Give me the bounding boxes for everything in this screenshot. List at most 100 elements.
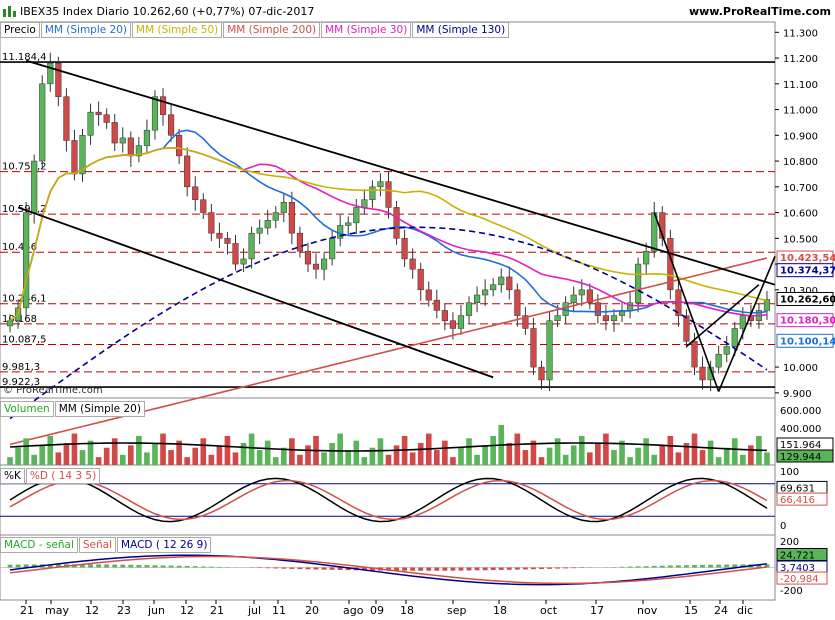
macd-histogram-bar (700, 564, 705, 568)
macd-histogram-bar (273, 567, 279, 569)
candle-body (602, 315, 609, 321)
stochastic-legend-item[interactable]: %K (0, 468, 25, 484)
volume-bar (546, 447, 553, 465)
volume-axis-label: 151.964 (780, 440, 821, 451)
volume-bar (240, 443, 247, 465)
macd-histogram-bar (321, 567, 327, 570)
volume-bar (377, 438, 384, 465)
macd-axis-label: 200 (780, 537, 799, 548)
main-legend-item[interactable]: MM (Simple 30) (321, 22, 412, 38)
level-label: 9.981,3 (2, 362, 40, 373)
main-legend-item[interactable]: MM (Simple 20) (40, 22, 132, 38)
macd-histogram-bar (466, 567, 472, 571)
volume-ma-line (9, 442, 767, 452)
candle-body (272, 212, 279, 221)
candle-body (465, 302, 473, 316)
macd-histogram-bar (490, 567, 496, 571)
volume-bar (256, 450, 263, 465)
macd-histogram-bar (547, 567, 552, 569)
volume-bar (474, 454, 480, 465)
main-legend-item[interactable]: Precio (0, 22, 40, 38)
candle-body (23, 212, 30, 309)
price-axis-label: 11.000 (783, 106, 818, 117)
candle-body (506, 276, 513, 291)
volume-bar (578, 435, 585, 465)
candle-body (159, 96, 167, 115)
volume-bar (95, 457, 102, 465)
volume-bar (586, 452, 593, 465)
candle-body (369, 186, 376, 200)
volume-bar (192, 447, 199, 465)
candle-body (87, 111, 94, 136)
volume-bar (450, 457, 456, 465)
time-axis-label: oct (540, 604, 558, 617)
price-axis-label: 10.500 (783, 234, 818, 245)
time-axis-label: dic (737, 604, 753, 617)
candle-body (594, 302, 601, 316)
macd-histogram-bar (458, 567, 464, 571)
price-tag-label: 10.180,30 (780, 316, 835, 327)
time-axis-label: 12 (85, 604, 99, 617)
volume-bar (739, 454, 746, 465)
macd-legend-item[interactable]: MACD - señal (0, 537, 78, 553)
candle-body (256, 227, 263, 234)
macd-histogram-bar (627, 566, 633, 568)
macd-histogram-bar (442, 567, 448, 571)
main-legend-item[interactable]: MM (Simple 130) (412, 22, 510, 38)
volume-bar (23, 438, 29, 465)
volume-bar (321, 452, 327, 465)
candle-body (361, 199, 368, 208)
macd-legend-item[interactable]: Señal (78, 537, 117, 553)
price-tag-label: 10.374,37 (780, 266, 835, 277)
candle-body (417, 268, 424, 291)
volume-bar (136, 435, 142, 465)
candle-body (490, 284, 497, 291)
candle-body (393, 207, 400, 239)
volume-bar (329, 443, 335, 465)
volume-legend-item[interactable]: MM (Simple 20) (54, 401, 145, 417)
macd-signal-line (9, 555, 768, 585)
volume-bar (482, 445, 488, 465)
candle-body (224, 238, 231, 244)
candle-body (248, 232, 255, 260)
volume-bar (643, 438, 650, 465)
stochastic-legend: %K %D ( 14 3 5) (0, 468, 101, 484)
volume-bar (506, 443, 513, 465)
main-legend: Precio MM (Simple 20) MM (Simple 50) MM (Si… (0, 22, 510, 38)
volume-bar (595, 443, 601, 465)
price-tag-label: 10.100,14 (780, 336, 835, 347)
candle-body (31, 160, 38, 213)
macd-histogram-bar (152, 565, 158, 568)
main-legend-item[interactable]: MM (Simple 200) (223, 22, 321, 38)
volume-bar (353, 440, 360, 465)
volume-bar (433, 450, 440, 465)
macd-histogram-bar (692, 565, 697, 568)
time-axis-label: ago (343, 604, 364, 617)
macd-histogram-bar (434, 567, 440, 571)
macd-histogram-bar (128, 564, 134, 568)
candle-body (635, 263, 642, 303)
volume-legend: Volumen MM (Simple 20) (0, 401, 146, 417)
macd-histogram-bar (522, 567, 528, 570)
macd-histogram-bar (313, 567, 319, 570)
volume-bar (305, 445, 311, 465)
macd-legend-item[interactable]: MACD ( 12 26 9) (117, 537, 212, 553)
stochastic-legend-item[interactable]: %D ( 14 3 5) (25, 468, 101, 484)
volume-bar (160, 433, 166, 465)
main-legend-item[interactable]: MM (Simple 50) (132, 22, 223, 38)
macd-axis-label: -20,984 (780, 574, 819, 585)
macd-histogram-bar (643, 566, 649, 568)
macd-histogram-bar (216, 566, 222, 568)
time-axis-label: 23 (117, 604, 131, 617)
volume-bar (393, 445, 400, 465)
volume-bar (659, 445, 666, 465)
candle-body (610, 315, 618, 321)
candle-body (554, 315, 561, 321)
time-axis-label: 11 (272, 604, 286, 617)
macd-axis-label: -200 (780, 586, 803, 597)
volume-bar (490, 435, 497, 465)
volume-legend-item[interactable]: Volumen (0, 401, 54, 417)
volume-bar (538, 457, 545, 465)
volume-bar (47, 435, 54, 465)
volume-bar (15, 447, 21, 465)
